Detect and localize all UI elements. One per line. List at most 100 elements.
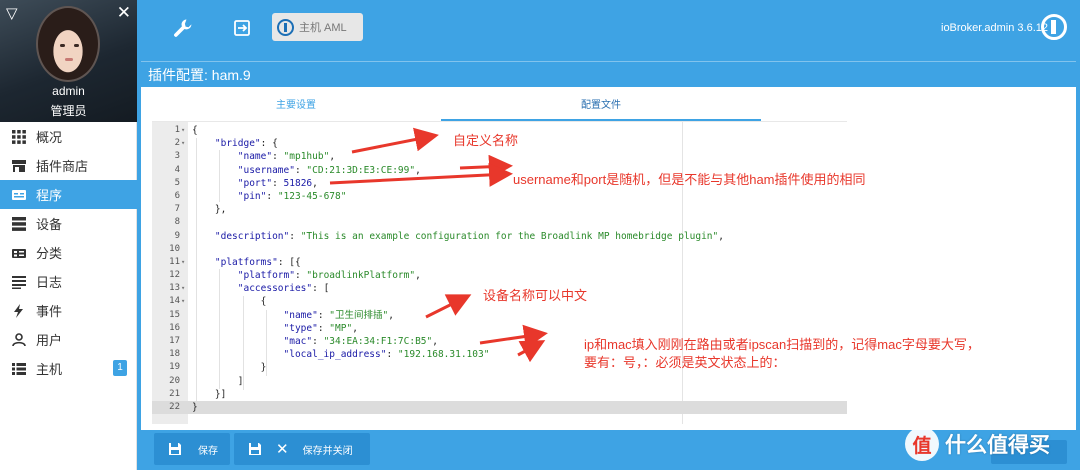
- line-number: 15: [169, 309, 180, 320]
- tab-config-file[interactable]: 配置文件: [441, 91, 761, 121]
- close-icon[interactable]: ✕: [117, 4, 131, 21]
- iobroker-logo-icon: [277, 18, 294, 36]
- objects-icon: [12, 216, 26, 231]
- sidebar-item-label: 主机: [36, 362, 63, 377]
- code-line[interactable]: 11 ▾ "platforms": [{: [152, 256, 847, 269]
- line-number: 1: [174, 125, 180, 135]
- grid-icon: [12, 129, 26, 144]
- sidebar-item-label: 日志: [36, 275, 63, 290]
- sidebar-item-label: 设备: [36, 217, 63, 232]
- sidebar-item-objects[interactable]: 设备: [0, 209, 137, 238]
- wrench-icon[interactable]: [172, 17, 194, 39]
- sidebar-item-users[interactable]: 用户: [0, 325, 137, 354]
- code-line[interactable]: 3 "name": "mp1hub",: [152, 150, 847, 163]
- code-text: "description": "This is an example confi…: [214, 230, 724, 242]
- store-icon: [12, 159, 26, 173]
- line-number: 19: [169, 362, 180, 373]
- tab-main-settings[interactable]: 主要设置: [151, 91, 441, 121]
- save-and-close-label: 保存并关闭: [302, 445, 353, 457]
- code-text: "username": "CD:21:3D:E3:CE:99",: [237, 164, 421, 176]
- fold-toggle-icon[interactable]: ▾: [181, 282, 188, 295]
- sidebar-item-events[interactable]: 事件: [0, 296, 137, 325]
- code-line[interactable]: 7 },: [152, 203, 847, 216]
- sidebar-item-label: 分类: [36, 246, 63, 261]
- save-button[interactable]: 保存: [154, 433, 230, 465]
- code-text: }: [192, 401, 198, 413]
- code-text: },: [192, 204, 227, 216]
- line-number: 21: [169, 388, 180, 399]
- code-text: "name": "mp1hub",: [237, 151, 336, 163]
- sidebar: ▽ ✕ admin 管理员 概况 插件商店 程序 设备 分类 日志 事件 用户 …: [0, 0, 137, 470]
- code-text: }]: [192, 388, 227, 400]
- bolt-icon: [12, 303, 26, 318]
- tab-bar: 主要设置 配置文件: [151, 91, 761, 121]
- user-role: 管理员: [50, 104, 87, 118]
- code-line[interactable]: 15 "name": "卫生间排插",: [152, 309, 847, 322]
- line-number: 11: [169, 256, 180, 267]
- code-line[interactable]: 10: [152, 243, 847, 256]
- config-panel: 主要设置 配置文件 1 ▾{2 ▾ "bridge": {3 "name": "mp…: [141, 87, 1076, 430]
- line-number: 12: [169, 270, 180, 281]
- annotation-custom-name: 自定义名称: [453, 133, 519, 148]
- annotation-username-port: username和port是随机，但是不能与其他ham插件使用的相同: [513, 172, 866, 187]
- code-text: "type": "MP",: [283, 322, 358, 334]
- code-text: "name": "卫生间排插",: [283, 309, 394, 321]
- line-number: 20: [169, 375, 180, 386]
- line-number: 14: [169, 296, 180, 307]
- host-selector[interactable]: 主机 AML: [272, 13, 363, 41]
- avatar[interactable]: [36, 6, 100, 82]
- fold-toggle-icon[interactable]: ▾: [181, 124, 188, 137]
- floppy-icon: [248, 442, 262, 456]
- line-number: 6: [174, 190, 180, 201]
- sidebar-item-overview[interactable]: 概况: [0, 122, 137, 151]
- watermark-logo: 值: [905, 427, 939, 461]
- hosts-badge: 1: [113, 360, 127, 376]
- app-window: ▽ ✕ admin 管理员 概况 插件商店 程序 设备 分类 日志 事件 用户 …: [0, 0, 1080, 470]
- sidebar-item-adapters[interactable]: 插件商店: [0, 151, 137, 180]
- fold-toggle-icon[interactable]: ▾: [181, 295, 188, 308]
- fold-toggle-icon[interactable]: ▾: [181, 137, 188, 150]
- line-number: 9: [174, 230, 180, 241]
- main-content: 插件配置: ham.9 主要设置 配置文件 1 ▾{2 ▾ "bridge": {3…: [137, 57, 1080, 470]
- code-line[interactable]: 22}: [152, 400, 847, 415]
- code-text: "mac": "34:EA:34:F1:7C:B5",: [283, 336, 438, 347]
- floppy-icon: [168, 442, 182, 456]
- line-number: 17: [169, 336, 180, 346]
- host-label: 主机 AML: [299, 22, 347, 34]
- line-number: 4: [174, 164, 180, 175]
- sign-in-icon[interactable]: [231, 17, 253, 39]
- top-toolbar: 主机 AML ioBroker.admin 3.6.12: [137, 0, 1080, 57]
- line-number: 5: [174, 177, 180, 188]
- line-number: 22: [169, 401, 180, 412]
- code-text: {: [192, 296, 267, 308]
- code-line[interactable]: 20 ]: [152, 375, 847, 388]
- line-number: 10: [169, 243, 180, 254]
- code-line[interactable]: 21 }]: [152, 388, 847, 401]
- menu-toggle-icon[interactable]: ▽: [6, 6, 18, 21]
- line-number: 8: [174, 217, 180, 228]
- code-text: "platform": "broadlinkPlatform",: [237, 270, 421, 282]
- sidebar-item-hosts[interactable]: 主机 1: [0, 354, 137, 383]
- sidebar-item-enums[interactable]: 分类: [0, 238, 137, 267]
- sidebar-item-log[interactable]: 日志: [0, 267, 137, 296]
- sidebar-item-label: 事件: [36, 304, 63, 319]
- user-profile: ▽ ✕ admin 管理员: [0, 0, 137, 122]
- code-text: {: [192, 125, 198, 136]
- annotation-device-name: 设备名称可以中文: [483, 288, 588, 303]
- fold-toggle-icon[interactable]: ▾: [181, 256, 188, 269]
- annotation-ip-mac-line2: 要有：号，：必须是英文状态上的：: [584, 355, 786, 370]
- code-line[interactable]: 9 "description": "This is an example con…: [152, 230, 847, 243]
- user-icon: [12, 332, 26, 347]
- watermark: 值 什么值得买: [905, 424, 1050, 464]
- code-text: "accessories": [: [237, 283, 330, 295]
- code-line[interactable]: 12 "platform": "broadlinkPlatform",: [152, 269, 847, 282]
- code-line[interactable]: 6 "pin": "123-45-678": [152, 190, 847, 203]
- sidebar-item-instances[interactable]: 程序: [0, 180, 137, 209]
- code-line[interactable]: 8: [152, 216, 847, 229]
- line-number: 2: [174, 138, 180, 149]
- enums-icon: [12, 246, 26, 260]
- save-and-close-button[interactable]: ✕ 保存并关闭: [234, 433, 370, 465]
- sidebar-item-label: 插件商店: [36, 159, 89, 174]
- code-editor[interactable]: 1 ▾{2 ▾ "bridge": {3 "name": "mp1hub", 4 "u…: [152, 121, 847, 424]
- instances-icon: [12, 188, 26, 202]
